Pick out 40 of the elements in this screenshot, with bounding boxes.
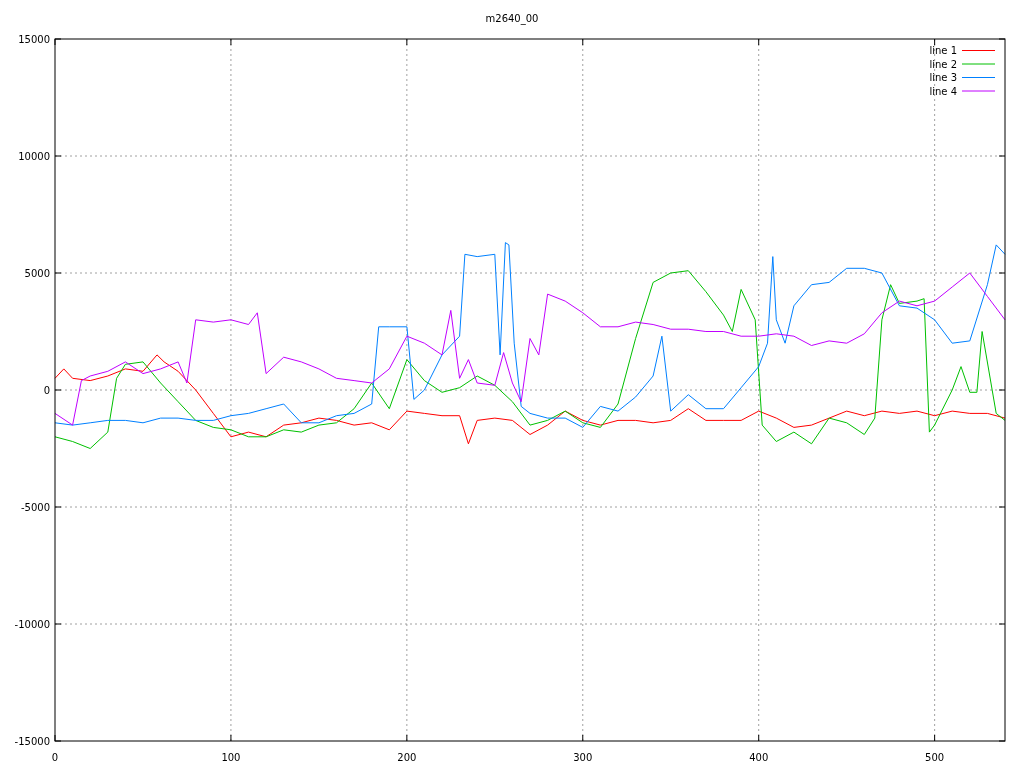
y-tick-label: 5000 <box>24 268 50 279</box>
x-tick-label: 0 <box>51 752 59 763</box>
x-tick-label: 200 <box>397 752 417 763</box>
tick-mark <box>998 623 1006 625</box>
tick-mark <box>582 38 584 46</box>
tick-mark <box>998 506 1006 508</box>
x-tick-label: 500 <box>925 752 945 763</box>
tick-mark <box>406 734 408 742</box>
legend-label: line 1 <box>929 45 957 56</box>
legend-label: line 2 <box>929 58 957 70</box>
tick-mark <box>230 38 232 46</box>
tick-mark <box>998 389 1006 391</box>
tick-mark <box>758 38 760 46</box>
tick-mark <box>54 389 62 391</box>
y-tick-label: 10000 <box>18 151 50 162</box>
chart-title: m2640_00 <box>485 13 539 24</box>
y-tick-label: -15000 <box>14 736 50 747</box>
x-tick-label: 400 <box>749 752 769 763</box>
tick-mark <box>758 734 760 742</box>
x-tick-label: 300 <box>573 752 593 763</box>
tick-mark <box>406 38 408 46</box>
y-tick-label: -5000 <box>20 502 50 513</box>
tick-mark <box>582 734 584 742</box>
tick-mark <box>54 155 62 157</box>
legend-label: line 3 <box>929 72 957 83</box>
y-tick-label: 15000 <box>18 34 50 45</box>
tick-mark <box>998 272 1006 274</box>
tick-mark <box>998 740 1006 742</box>
y-tick-label: -10000 <box>14 619 50 630</box>
tick-mark <box>54 623 62 625</box>
tick-mark <box>230 734 232 742</box>
tick-mark <box>934 38 936 46</box>
tick-mark <box>998 155 1006 157</box>
tick-mark <box>934 734 936 742</box>
x-tick-label: 100 <box>221 752 241 763</box>
legend-label: line 4 <box>929 85 957 97</box>
tick-mark <box>998 38 1006 40</box>
y-tick-label: 0 <box>43 385 50 396</box>
tick-mark <box>54 272 62 274</box>
tick-mark <box>54 506 62 508</box>
